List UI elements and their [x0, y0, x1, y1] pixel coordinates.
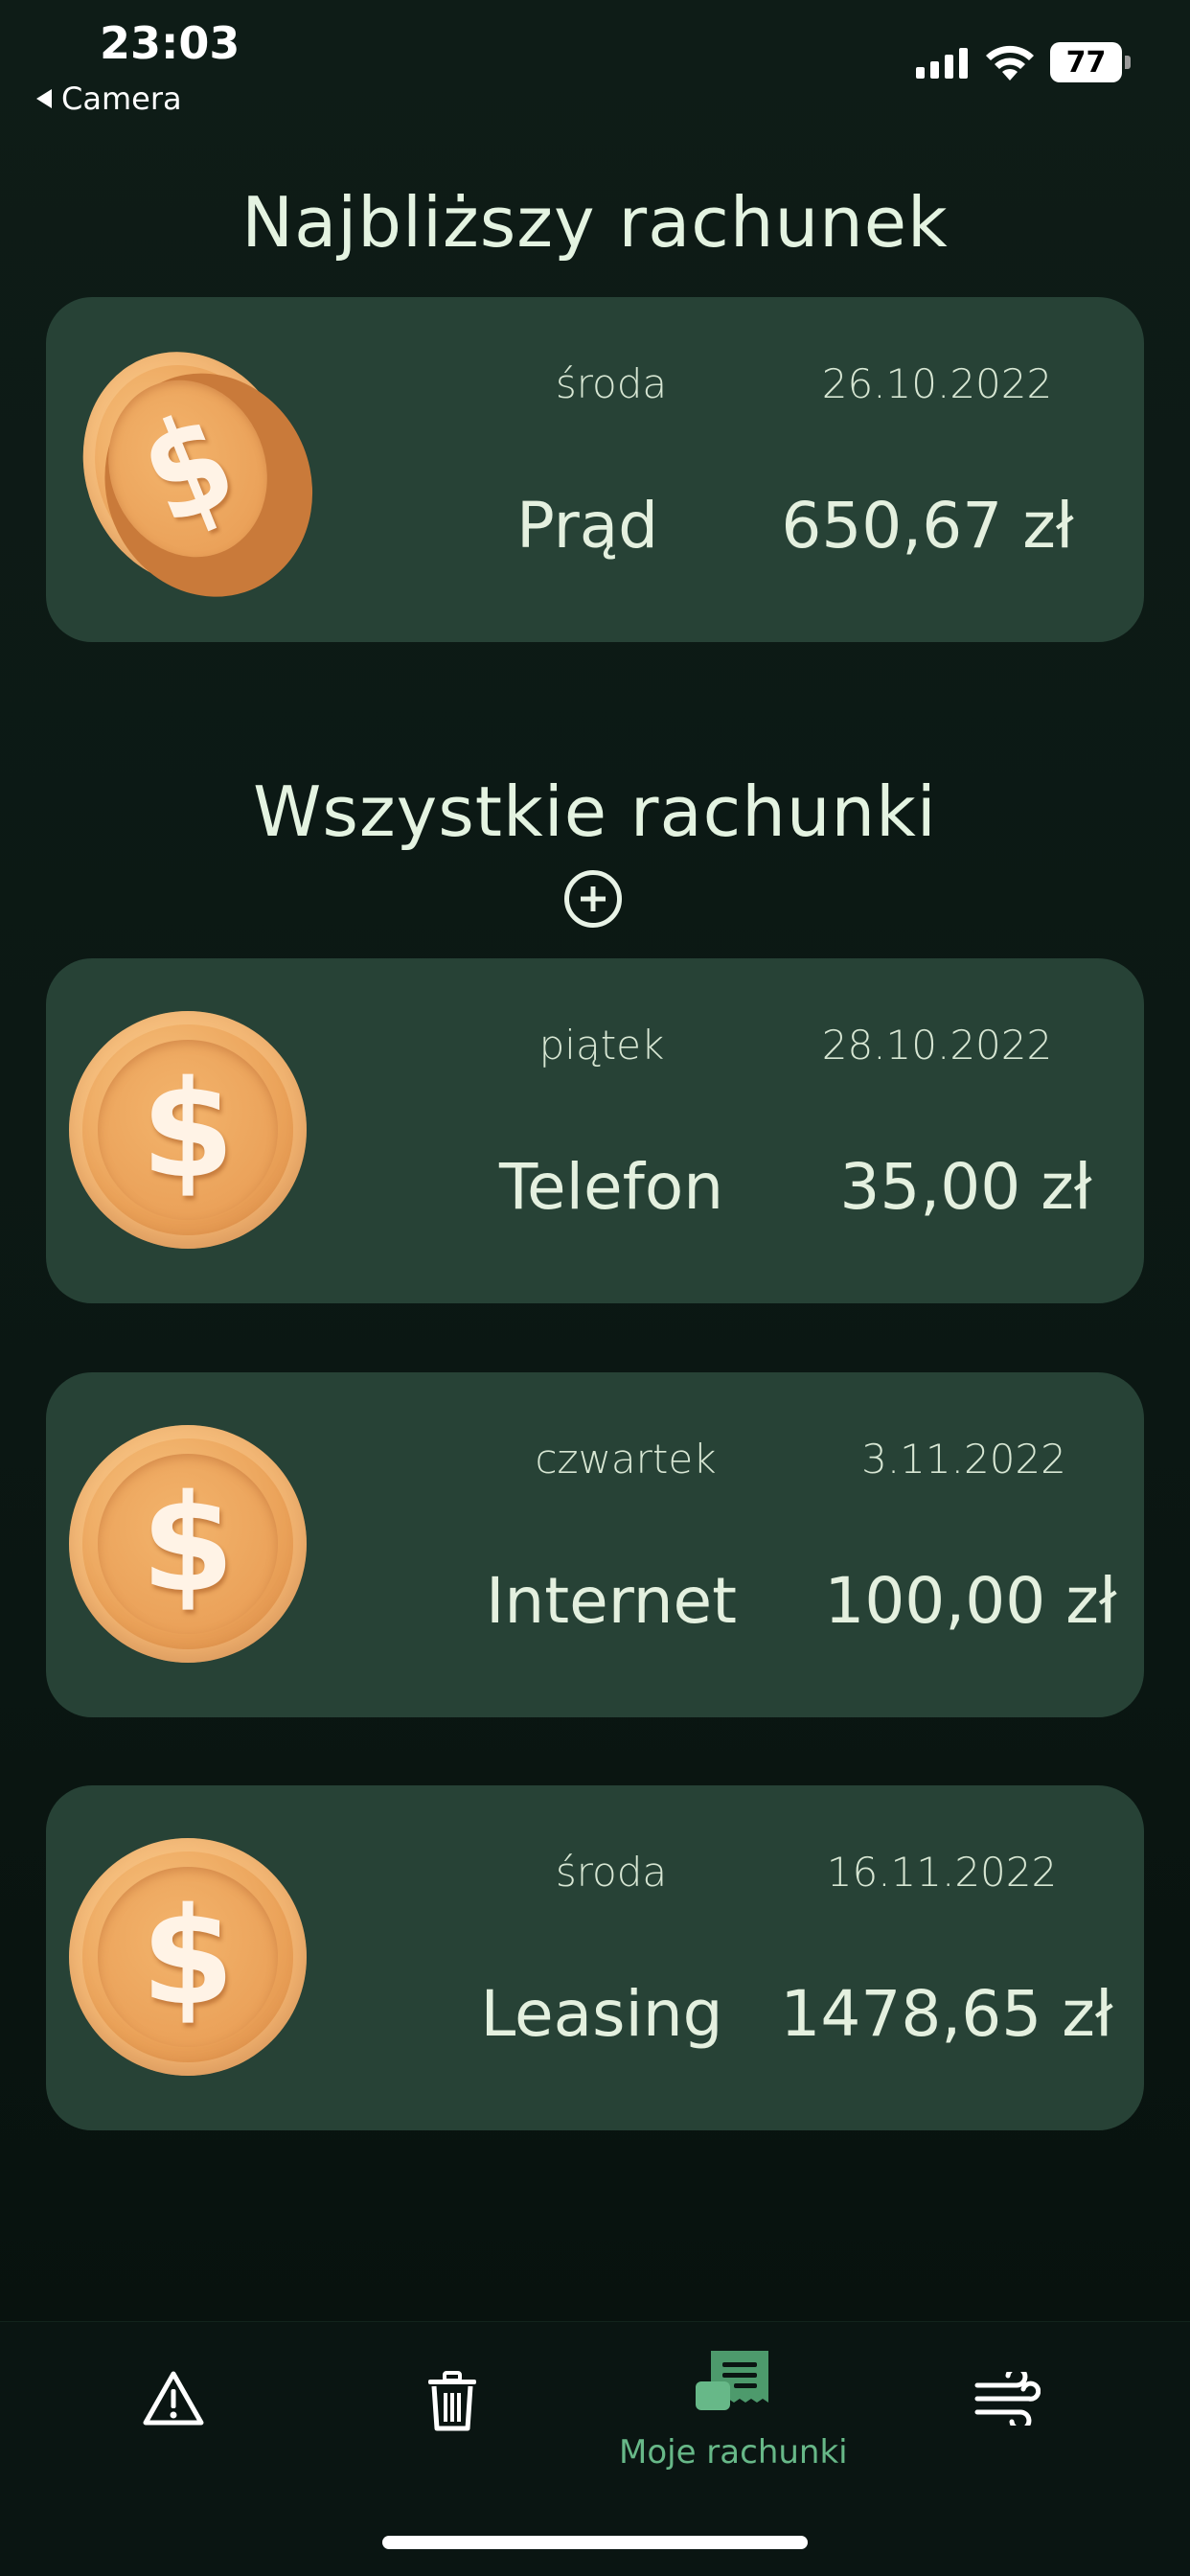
- tab-wind[interactable]: [973, 2372, 1041, 2544]
- bill-amount: 650,67 zł: [781, 489, 1074, 563]
- bill-day: środa: [555, 1849, 668, 1896]
- bill-date: 3.11.2022: [861, 1436, 1066, 1483]
- bill-name: Prąd: [515, 489, 659, 563]
- bill-day: czwartek: [535, 1436, 717, 1483]
- bill-amount: 1478,65 zł: [780, 1977, 1113, 2051]
- back-to-camera-link[interactable]: Camera: [36, 80, 182, 117]
- tab-my-bills-label: Moje rachunki: [619, 2433, 848, 2472]
- bill-name: Leasing: [480, 1977, 723, 2051]
- bill-date: 26.10.2022: [821, 360, 1053, 407]
- coin-icon: $: [69, 1011, 307, 1249]
- tab-trash[interactable]: [425, 2370, 483, 2542]
- bill-amount: 100,00 zł: [824, 1564, 1117, 1638]
- back-arrow-icon: [36, 89, 52, 108]
- add-bill-button[interactable]: [564, 870, 622, 928]
- coin-icon: $: [48, 320, 328, 617]
- wind-icon: [973, 2372, 1041, 2426]
- cellular-signal-icon: [916, 46, 968, 79]
- trash-icon: [425, 2370, 483, 2433]
- all-bills-title: Wszystkie rachunki: [253, 771, 937, 852]
- coin-icon: $: [69, 1838, 307, 2076]
- coin-icon: $: [69, 1425, 307, 1663]
- bill-card[interactable]: $ piątek 28.10.2022 Telefon 35,00 zł: [46, 958, 1144, 1303]
- warning-icon: [142, 2370, 218, 2427]
- tab-warnings[interactable]: [142, 2370, 218, 2542]
- bill-name: Internet: [485, 1564, 738, 1638]
- bill-date: 16.11.2022: [826, 1849, 1058, 1896]
- receipt-icon: [694, 2349, 770, 2412]
- wifi-icon: [983, 42, 1037, 82]
- bill-day: piątek: [538, 1022, 665, 1069]
- bill-day: środa: [555, 360, 668, 407]
- battery-level: 77: [1050, 42, 1123, 82]
- status-bar: 23:03 Camera 77: [0, 0, 1190, 125]
- next-bill-card[interactable]: $ środa 26.10.2022 Prąd 650,67 zł: [46, 297, 1144, 642]
- bill-name: Telefon: [498, 1150, 724, 1224]
- bill-amount: 35,00 zł: [839, 1150, 1092, 1224]
- next-bill-title: Najbliższy rachunek: [241, 182, 949, 263]
- status-time: 23:03: [100, 17, 240, 69]
- home-indicator[interactable]: [382, 2536, 808, 2549]
- bill-card[interactable]: $ czwartek 3.11.2022 Internet 100,00 zł: [46, 1372, 1144, 1717]
- bill-card[interactable]: $ środa 16.11.2022 Leasing 1478,65 zł: [46, 1785, 1144, 2130]
- battery-icon: 77: [1050, 42, 1131, 82]
- tab-my-bills[interactable]: Moje rachunki: [613, 2349, 862, 2521]
- bill-date: 28.10.2022: [821, 1022, 1053, 1069]
- back-label: Camera: [61, 80, 182, 117]
